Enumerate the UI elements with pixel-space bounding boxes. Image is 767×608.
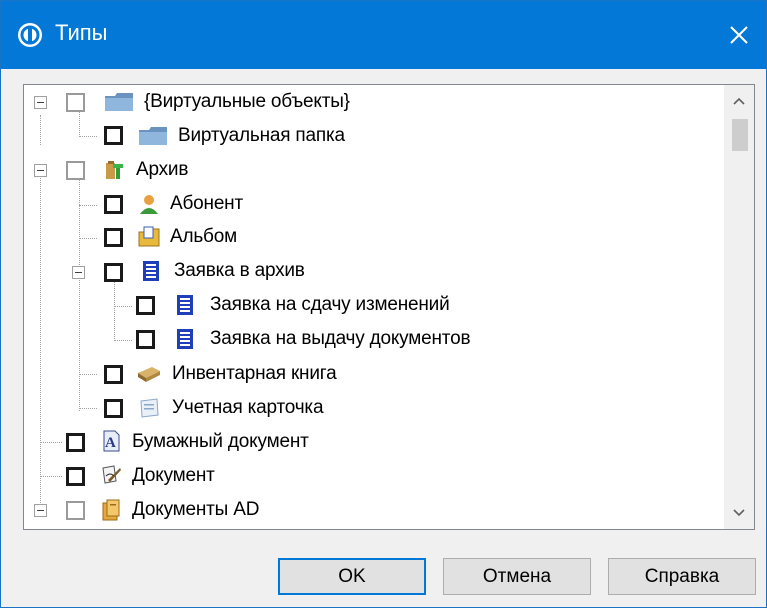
person-icon (140, 195, 158, 214)
tree-item-label[interactable]: Абонент (170, 193, 243, 215)
folder-icon (139, 127, 167, 145)
tree-line (79, 205, 97, 206)
tree-line (40, 442, 62, 443)
tree-checkbox[interactable] (104, 365, 123, 384)
collapse-toggle[interactable] (72, 266, 85, 279)
tree-line (79, 136, 97, 137)
book-icon (138, 367, 160, 382)
types-dialog: Типы {Виртуальные объекты} Виртуальная п… (0, 0, 767, 608)
tree-line (114, 306, 132, 307)
tree-item-label[interactable]: Инвентарная книга (172, 363, 337, 385)
tree-line (114, 340, 132, 341)
document-pen-icon (102, 465, 121, 484)
tree-item-label[interactable]: Архив (136, 159, 188, 181)
card-icon (140, 398, 159, 418)
tree-line (40, 171, 41, 513)
chevron-down-icon (733, 509, 745, 517)
scroll-up-button[interactable] (724, 85, 754, 117)
scroll-thumb[interactable] (732, 119, 748, 151)
close-icon (730, 26, 748, 44)
tree-checkbox[interactable] (136, 296, 155, 315)
ad-documents-icon (102, 499, 120, 521)
tree-checkbox[interactable] (104, 228, 123, 247)
tree-checkbox[interactable] (66, 93, 85, 112)
help-button[interactable]: Справка (608, 558, 756, 595)
request-document-icon (177, 329, 193, 349)
tree-item-label[interactable]: Заявка на выдачу документов (210, 328, 471, 350)
svg-text:A: A (105, 435, 116, 451)
cancel-button[interactable]: Отмена (443, 558, 591, 595)
close-button[interactable] (712, 1, 766, 69)
tree-item-label[interactable]: {Виртуальные объекты} (144, 91, 350, 113)
request-document-icon (143, 261, 159, 281)
vertical-scrollbar[interactable] (724, 85, 754, 529)
tree-item-label[interactable]: Бумажный документ (132, 431, 309, 453)
album-folder-icon (138, 226, 160, 247)
tree-item-label[interactable]: Заявка на сдачу изменений (210, 294, 450, 316)
tree-checkbox[interactable] (66, 161, 85, 180)
tree-checkbox[interactable] (104, 263, 123, 282)
collapse-toggle[interactable] (34, 96, 47, 109)
chevron-up-icon (733, 97, 745, 105)
collapse-toggle[interactable] (34, 504, 47, 517)
archive-icon (106, 161, 123, 179)
tree-line (40, 115, 41, 145)
scroll-down-button[interactable] (724, 497, 754, 529)
tree-line (79, 408, 97, 409)
paper-document-icon: A (103, 430, 120, 452)
tree-item-label[interactable]: Альбом (170, 226, 237, 248)
tree-checkbox[interactable] (104, 126, 123, 145)
tree-checkbox[interactable] (104, 399, 123, 418)
tree-line (40, 476, 62, 477)
tree-item-label[interactable]: Документ (132, 465, 215, 487)
title-bar: Типы (1, 1, 766, 69)
tree-checkbox[interactable] (66, 433, 85, 452)
tree-item-label[interactable]: Виртуальная папка (178, 125, 345, 147)
request-document-icon (177, 295, 193, 315)
tree-item-label[interactable]: Документы AD (132, 499, 259, 521)
types-tree[interactable]: {Виртуальные объекты} Виртуальная папка … (23, 84, 755, 530)
folder-icon (105, 93, 133, 111)
tree-line (114, 277, 115, 341)
tree-checkbox[interactable] (104, 195, 123, 214)
tree-line (79, 171, 80, 411)
tree-checkbox[interactable] (66, 467, 85, 486)
tree-item-label[interactable]: Заявка в архив (174, 260, 305, 282)
tree-checkbox[interactable] (136, 330, 155, 349)
tree-checkbox[interactable] (66, 501, 85, 520)
ok-button[interactable]: OK (278, 558, 426, 595)
tree-line (79, 374, 97, 375)
collapse-toggle[interactable] (34, 164, 47, 177)
app-logo-icon (18, 23, 42, 47)
window-title: Типы (55, 20, 108, 45)
tree-content: {Виртуальные объекты} Виртуальная папка … (24, 85, 724, 529)
tree-line (79, 238, 97, 239)
tree-item-label[interactable]: Учетная карточка (172, 397, 324, 419)
